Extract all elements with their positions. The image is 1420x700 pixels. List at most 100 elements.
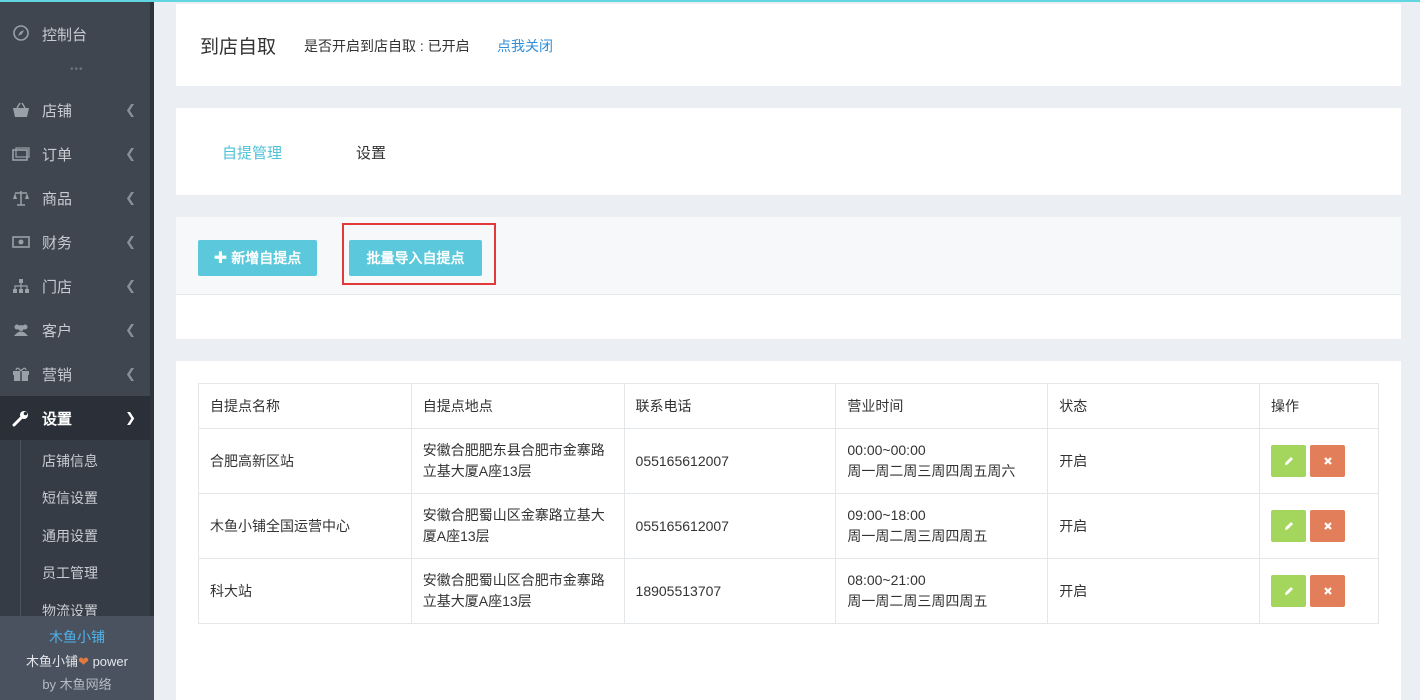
heart-icon: ❤ <box>78 654 89 669</box>
compass-icon <box>12 24 30 45</box>
sidebar-item-label: 订单 <box>42 146 73 164</box>
sidebar-item-marketing[interactable]: 营销 ❮ <box>0 352 150 396</box>
edit-button[interactable] <box>1271 510 1306 542</box>
cell-status: 开启 <box>1047 493 1260 559</box>
add-pickup-button[interactable]: ✚ 新增自提点 <box>198 240 317 276</box>
close-icon <box>1323 457 1332 465</box>
sidebar-scrollbar[interactable] <box>150 0 154 616</box>
users-icon <box>12 321 30 339</box>
tab-pickup-management[interactable]: 自提管理 <box>222 142 282 163</box>
table-header-row: 自提点名称 自提点地点 联系电话 营业时间 状态 操作 <box>198 383 1379 429</box>
chevron-left-icon: ❮ <box>125 190 136 205</box>
close-pickup-link[interactable]: 点我关闭 <box>497 36 553 56</box>
sidebar-item-stores[interactable]: 门店 ❮ <box>0 264 150 308</box>
cell-name: 科大站 <box>198 558 412 624</box>
order-icon <box>12 145 30 163</box>
close-icon <box>1323 587 1332 595</box>
plus-icon: ✚ <box>213 250 228 267</box>
sidebar-item-customers[interactable]: 客户 ❮ <box>0 308 150 352</box>
col-header-address: 自提点地点 <box>410 383 625 429</box>
pickup-table: 自提点名称 自提点地点 联系电话 营业时间 状态 操作 合肥高新区站 安徽合肥肥… <box>198 383 1379 624</box>
sidebar-item-products[interactable]: 商品 ❮ <box>0 176 150 220</box>
submenu-item-store-info[interactable]: 店铺信息 <box>42 451 98 471</box>
table-row: 合肥高新区站 安徽合肥肥东县合肥市金寨路立基大厦A座13层 0551656120… <box>198 428 1379 494</box>
sidebar-item-settings[interactable]: 设置 ❯ <box>0 396 150 440</box>
sitemap-icon <box>12 277 30 295</box>
top-accent-line <box>0 0 1420 2</box>
col-header-hours: 营业时间 <box>835 383 1049 429</box>
pickup-status-text: 是否开启到店自取 : 已开启 <box>304 38 470 54</box>
sidebar-item-label: 设置 <box>42 410 73 428</box>
basket-icon <box>12 101 30 119</box>
cell-phone: 055165612007 <box>623 428 837 494</box>
edit-button[interactable] <box>1271 445 1306 477</box>
col-header-status: 状态 <box>1047 383 1260 429</box>
submenu-item-sms-settings[interactable]: 短信设置 <box>42 488 98 508</box>
cell-status: 开启 <box>1047 428 1260 494</box>
submenu-item-general-settings[interactable]: 通用设置 <box>42 526 98 546</box>
cell-actions <box>1259 428 1379 494</box>
page-title: 到店自取 <box>200 37 277 58</box>
tabs-card: 自提管理 设置 <box>176 108 1401 195</box>
cell-hours: 08:00~21:00 周一周二周三周四周五 <box>835 558 1049 624</box>
sidebar-item-label: 客户 <box>42 322 73 340</box>
scale-icon <box>12 189 30 207</box>
tab-settings[interactable]: 设置 <box>356 142 386 163</box>
chevron-left-icon: ❮ <box>125 102 136 117</box>
wrench-icon <box>12 409 30 427</box>
sidebar-item-label: 控制台 <box>42 26 88 44</box>
footer-power-line: 木鱼小铺❤ power <box>26 654 128 669</box>
chevron-left-icon: ❮ <box>125 278 136 293</box>
sidebar-item-store[interactable]: 店铺 ❮ <box>0 88 150 132</box>
chevron-down-icon: ❯ <box>125 410 136 425</box>
toolbar: ✚ 新增自提点 批量导入自提点 <box>176 217 1401 295</box>
cell-actions <box>1259 493 1379 559</box>
sidebar-divider-dots: ••• <box>70 64 84 75</box>
cell-actions <box>1259 558 1379 624</box>
sidebar-item-label: 财务 <box>42 234 73 252</box>
cell-address: 安徽合肥肥东县合肥市金寨路立基大厦A座13层 <box>410 428 625 494</box>
cell-address: 安徽合肥蜀山区合肥市金寨路立基大厦A座13层 <box>410 558 625 624</box>
sidebar-item-label: 营销 <box>42 366 73 384</box>
pencil-icon <box>1284 522 1293 530</box>
chevron-left-icon: ❮ <box>125 234 136 249</box>
close-icon <box>1323 522 1332 530</box>
edit-button[interactable] <box>1271 575 1306 607</box>
sidebar-item-label: 商品 <box>42 190 73 208</box>
chevron-left-icon: ❮ <box>125 322 136 337</box>
toolbar-card: ✚ 新增自提点 批量导入自提点 <box>176 217 1401 339</box>
table-row: 木鱼小铺全国运营中心 安徽合肥蜀山区金寨路立基大厦A座13层 055165612… <box>198 493 1379 559</box>
sidebar-item-dashboard[interactable]: 控制台 <box>0 14 150 54</box>
col-header-actions: 操作 <box>1259 383 1379 429</box>
sidebar-item-orders[interactable]: 订单 ❮ <box>0 132 150 176</box>
cell-phone: 055165612007 <box>623 493 837 559</box>
footer-by-line: by 木鱼网络 <box>42 677 112 692</box>
sidebar: 控制台 ••• 店铺 ❮ 订单 ❮ 商品 ❮ 财务 ❮ 门店 ❮ 客户 ❮ 营销… <box>0 0 154 700</box>
cell-phone: 18905513707 <box>623 558 837 624</box>
cell-name: 合肥高新区站 <box>198 428 412 494</box>
gift-icon <box>12 365 30 383</box>
sidebar-item-label: 店铺 <box>42 102 73 120</box>
cell-address: 安徽合肥蜀山区金寨路立基大厦A座13层 <box>410 493 625 559</box>
bulk-import-button[interactable]: 批量导入自提点 <box>349 240 482 276</box>
cell-hours: 09:00~18:00 周一周二周三周四周五 <box>835 493 1049 559</box>
sidebar-item-finance[interactable]: 财务 ❮ <box>0 220 150 264</box>
footer-brand[interactable]: 木鱼小铺 <box>0 627 154 647</box>
settings-submenu: 店铺信息 短信设置 通用设置 员工管理 物流设置 <box>0 440 150 619</box>
pickup-table-card: 自提点名称 自提点地点 联系电话 营业时间 状态 操作 合肥高新区站 安徽合肥肥… <box>176 361 1401 700</box>
delete-button[interactable] <box>1310 575 1345 607</box>
pickup-header-card: 到店自取 是否开启到店自取 : 已开启 点我关闭 <box>176 4 1401 86</box>
cell-hours: 00:00~00:00 周一周二周三周四周五周六 <box>835 428 1049 494</box>
delete-button[interactable] <box>1310 445 1345 477</box>
delete-button[interactable] <box>1310 510 1345 542</box>
sidebar-footer: 木鱼小铺 木鱼小铺❤ power by 木鱼网络 <box>0 616 154 700</box>
chevron-left-icon: ❮ <box>125 366 136 381</box>
sidebar-item-label: 门店 <box>42 278 73 296</box>
table-row: 科大站 安徽合肥蜀山区合肥市金寨路立基大厦A座13层 18905513707 0… <box>198 558 1379 624</box>
cell-status: 开启 <box>1047 558 1260 624</box>
pencil-icon <box>1284 587 1293 595</box>
col-header-phone: 联系电话 <box>623 383 837 429</box>
submenu-item-staff[interactable]: 员工管理 <box>42 563 98 583</box>
chevron-left-icon: ❮ <box>125 146 136 161</box>
pencil-icon <box>1284 457 1293 465</box>
